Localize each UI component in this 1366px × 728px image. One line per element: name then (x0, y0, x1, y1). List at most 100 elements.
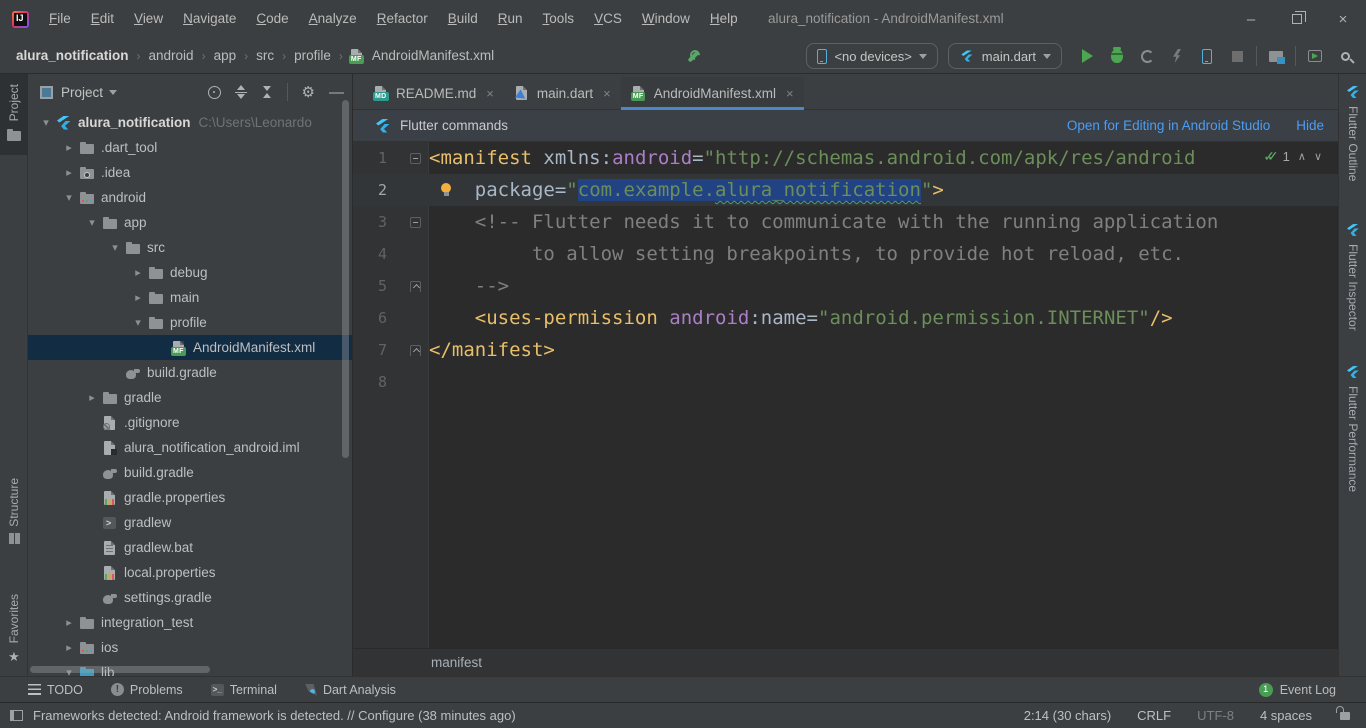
menu-code[interactable]: Code (246, 0, 298, 38)
code-line-5[interactable]: 5 --> (353, 270, 1338, 302)
menu-vcs[interactable]: VCS (584, 0, 632, 38)
tree-item-android[interactable]: ▾android (28, 185, 352, 210)
tree-item-gradlew[interactable]: >gradlew (28, 510, 352, 535)
open-in-android-studio-link[interactable]: Open for Editing in Android Studio (1067, 118, 1270, 133)
code-editor[interactable]: 1<manifest xmlns:android="http://schemas… (353, 142, 1338, 648)
tree-item-profile[interactable]: ▾profile (28, 310, 352, 335)
tree-item-build-gradle[interactable]: build.gradle (28, 460, 352, 485)
scrollbar-thumb-horizontal[interactable] (30, 666, 210, 673)
chevron-down-icon[interactable] (109, 90, 117, 95)
breadcrumb-item-app[interactable]: app (212, 48, 239, 63)
tree-item-integration-test[interactable]: ▸integration_test (28, 610, 352, 635)
chevron-open-icon[interactable]: ▾ (105, 241, 125, 254)
tree-item-src[interactable]: ▾src (28, 235, 352, 260)
tree-item-debug[interactable]: ▸debug (28, 260, 352, 285)
tool-button-structure[interactable]: Structure (0, 478, 28, 544)
code-line-content[interactable]: package="com.example.alura_notification"… (429, 174, 944, 206)
code-line-content[interactable]: <!-- Flutter needs it to communicate wit… (429, 206, 1218, 238)
next-problem-icon[interactable]: ∨ (1314, 150, 1322, 163)
menu-refactor[interactable]: Refactor (367, 0, 438, 38)
minimize-button[interactable]: – (1228, 0, 1274, 38)
menu-view[interactable]: View (124, 0, 173, 38)
prev-problem-icon[interactable]: ∧ (1298, 150, 1306, 163)
tool-button-flutter-outline[interactable]: Flutter Outline (1339, 84, 1366, 181)
intention-bulb-icon[interactable] (441, 183, 451, 193)
tool-button-flutter-performance[interactable]: Flutter Performance (1339, 364, 1366, 492)
menu-tools[interactable]: Tools (533, 0, 585, 38)
expand-all-icon[interactable] (235, 85, 247, 99)
code-line-content[interactable]: <uses-permission android:name="android.p… (429, 302, 1173, 334)
tree-item-gradle[interactable]: ▸gradle (28, 385, 352, 410)
tree-item-local-properties[interactable]: local.properties (28, 560, 352, 585)
breadcrumb-item-android[interactable]: android (147, 48, 196, 63)
tree-item-ios[interactable]: ▸ios (28, 635, 352, 660)
tree-item-settings-gradle[interactable]: settings.gradle (28, 585, 352, 610)
code-line-content[interactable]: --> (429, 270, 509, 302)
debug-button[interactable] (1102, 42, 1132, 70)
tree-item-androidmanifest-xml[interactable]: MFAndroidManifest.xml (28, 335, 352, 360)
menu-navigate[interactable]: Navigate (173, 0, 246, 38)
fold-marker-icon[interactable] (410, 153, 421, 164)
breadcrumb-manifest[interactable]: manifest (431, 655, 482, 670)
breadcrumb-item-alura_notification[interactable]: alura_notification (14, 48, 131, 63)
code-line-6[interactable]: 6 <uses-permission android:name="android… (353, 302, 1338, 334)
indent-indicator[interactable]: 4 spaces (1260, 708, 1312, 723)
profile-button[interactable] (1132, 42, 1162, 70)
tree-item--gitignore[interactable]: .gitignore (28, 410, 352, 435)
chevron-open-icon[interactable]: ▾ (36, 116, 56, 129)
unlock-icon[interactable] (1340, 712, 1350, 720)
tree-item--idea[interactable]: ▸.idea (28, 160, 352, 185)
close-icon[interactable]: × (603, 86, 611, 101)
hide-panel-icon[interactable]: — (329, 85, 344, 100)
tree-item-alura-notification-android-iml[interactable]: alura_notification_android.iml (28, 435, 352, 460)
menu-analyze[interactable]: Analyze (299, 0, 367, 38)
chevron-closed-icon[interactable]: ▸ (59, 141, 79, 154)
code-line-8[interactable]: 8 (353, 366, 1338, 398)
chevron-open-icon[interactable]: ▾ (82, 216, 102, 229)
chevron-closed-icon[interactable]: ▸ (59, 641, 79, 654)
chevron-closed-icon[interactable]: ▸ (128, 291, 148, 304)
line-ending-indicator[interactable]: CRLF (1137, 708, 1171, 723)
fold-marker-icon[interactable] (410, 345, 421, 356)
code-line-1[interactable]: 1<manifest xmlns:android="http://schemas… (353, 142, 1338, 174)
tree-item-gradlew-bat[interactable]: gradlew.bat (28, 535, 352, 560)
attach-debugger-button[interactable] (1192, 42, 1222, 70)
tool-button-dart-analysis[interactable]: Dart Analysis (305, 683, 396, 697)
code-line-content[interactable]: <manifest xmlns:android="http://schemas.… (429, 142, 1195, 174)
code-line-4[interactable]: 4 to allow setting breakpoints, to provi… (353, 238, 1338, 270)
menu-build[interactable]: Build (438, 0, 488, 38)
device-manager-icon[interactable] (1300, 42, 1330, 70)
tool-button-project[interactable]: Project (0, 74, 28, 155)
tool-button-terminal[interactable]: >_Terminal (211, 683, 277, 697)
project-panel-title[interactable]: Project (61, 85, 103, 100)
code-line-7[interactable]: 7</manifest> (353, 334, 1338, 366)
chevron-open-icon[interactable]: ▾ (59, 191, 79, 204)
wrench-icon[interactable] (678, 42, 708, 70)
event-log-button[interactable]: 1 Event Log (1259, 683, 1336, 697)
tree-item-main[interactable]: ▸main (28, 285, 352, 310)
chevron-closed-icon[interactable]: ▸ (82, 391, 102, 404)
menu-edit[interactable]: Edit (81, 0, 124, 38)
close-button[interactable]: × (1320, 0, 1366, 38)
gear-icon[interactable]: ⚙ (302, 85, 315, 100)
hide-banner-link[interactable]: Hide (1296, 118, 1324, 133)
chevron-closed-icon[interactable]: ▸ (59, 616, 79, 629)
menu-run[interactable]: Run (488, 0, 533, 38)
chevron-closed-icon[interactable]: ▸ (128, 266, 148, 279)
close-icon[interactable]: × (486, 86, 494, 101)
caret-position[interactable]: 2:14 (30 chars) (1024, 708, 1111, 723)
menu-file[interactable]: File (39, 0, 81, 38)
fold-marker-icon[interactable] (410, 217, 421, 228)
tab-main-dart[interactable]: main.dart× (504, 77, 621, 109)
run-button[interactable] (1072, 42, 1102, 70)
encoding-indicator[interactable]: UTF-8 (1197, 708, 1234, 723)
tool-button-problems[interactable]: !Problems (111, 683, 183, 697)
code-line-2[interactable]: 2 package="com.example.alura_notificatio… (353, 174, 1338, 206)
scrollbar-thumb-vertical[interactable] (342, 100, 349, 458)
code-line-3[interactable]: 3 <!-- Flutter needs it to communicate w… (353, 206, 1338, 238)
device-selector[interactable]: <no devices> (806, 43, 937, 69)
stop-button[interactable] (1222, 42, 1252, 70)
breadcrumb-item-file[interactable]: AndroidManifest.xml (370, 48, 496, 63)
breadcrumb-item-src[interactable]: src (254, 48, 276, 63)
tab-androidmanifest-xml[interactable]: MFAndroidManifest.xml× (621, 77, 804, 109)
